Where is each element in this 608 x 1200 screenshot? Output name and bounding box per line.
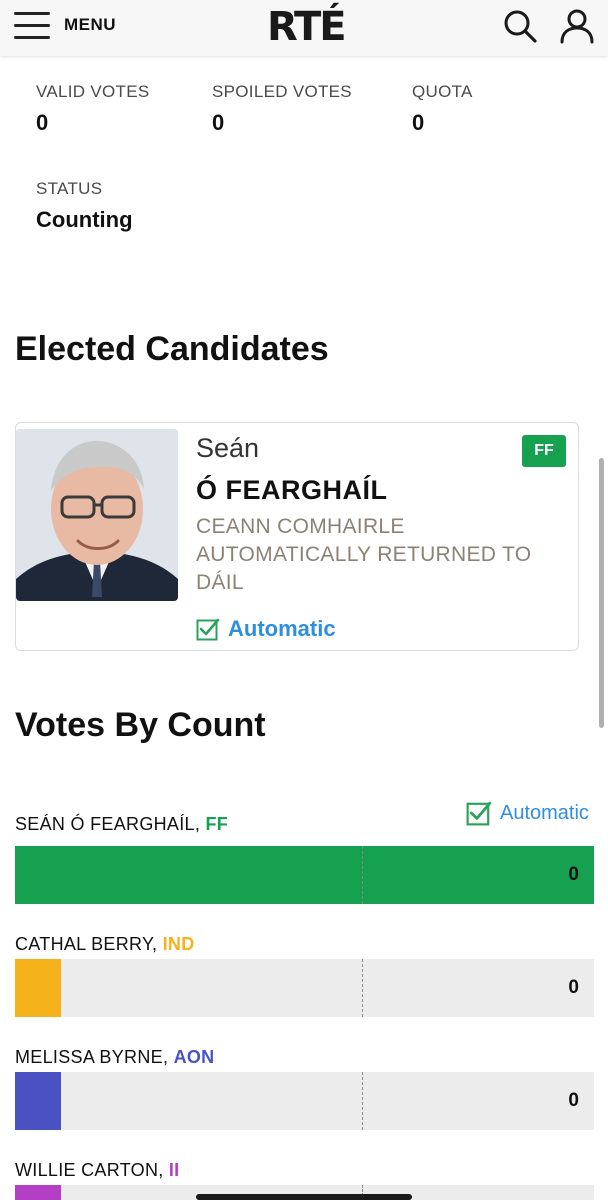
spoiled-votes-value: 0 <box>212 110 225 135</box>
top-nav-bar: MENU RTÉ <box>0 0 608 56</box>
quota-label: QUOTA <box>412 82 473 101</box>
candidate-surname: Ó FEARGHAÍL <box>196 475 388 505</box>
user-account-icon[interactable] <box>559 8 595 44</box>
candidate-row-label: CATHAL BERRY, IND <box>15 934 195 955</box>
candidate-row-label: MELISSA BYRNE, AON <box>15 1047 214 1068</box>
party-badge: FF <box>522 435 566 467</box>
vote-bar: 0 <box>15 959 594 1017</box>
elected-candidates-heading: Elected Candidates <box>15 330 329 368</box>
candidate-first-name: Seán <box>196 433 260 463</box>
votes-by-count-heading: Votes By Count <box>15 706 266 744</box>
vote-bar-fill <box>15 846 594 904</box>
menu-label: MENU <box>64 15 117 34</box>
spoiled-votes-label: SPOILED VOTES <box>212 82 352 101</box>
valid-votes-value: 0 <box>36 110 49 135</box>
quota-value: 0 <box>412 110 425 135</box>
vote-bar-fill <box>15 1072 62 1130</box>
scrollbar[interactable] <box>599 458 604 728</box>
candidate-party: FF <box>205 814 229 834</box>
candidate-party: IND <box>162 934 195 954</box>
elected-status-label: Automatic <box>228 616 336 641</box>
checkbox-check-icon <box>466 801 492 826</box>
candidate-party: II <box>168 1160 180 1180</box>
search-icon[interactable] <box>502 8 538 44</box>
candidate-row-label: SEÁN Ó FEARGHAÍL, FF <box>15 814 228 835</box>
hamburger-icon <box>14 10 50 40</box>
vote-count: 0 <box>568 1090 579 1111</box>
candidate-note: CEANN COMHAIRLE AUTOMATICALLY RETURNED T… <box>196 515 532 594</box>
status-value: Counting <box>36 207 133 232</box>
quota-marker <box>362 1072 363 1130</box>
automatic-indicator: Automatic <box>466 800 589 826</box>
vote-bar: 0 <box>15 1072 594 1130</box>
candidate-row-label: WILLIE CARTON, II <box>15 1160 179 1181</box>
status-label: STATUS <box>36 179 103 198</box>
candidate-name: MELISSA BYRNE, <box>15 1047 174 1067</box>
candidate-name: WILLIE CARTON, <box>15 1160 169 1180</box>
vote-count: 0 <box>568 977 579 998</box>
checkbox-check-icon <box>196 618 220 641</box>
quota-marker <box>362 959 363 1017</box>
rte-logo[interactable]: RTÉ <box>267 4 347 50</box>
vote-bar-fill <box>15 1185 62 1200</box>
vote-bar-fill <box>15 959 62 1017</box>
valid-votes-label: VALID VOTES <box>36 82 150 101</box>
candidate-name: SEÁN Ó FEARGHAÍL, <box>15 814 206 834</box>
vote-bar: 0 <box>15 846 594 904</box>
vote-count: 0 <box>568 864 579 885</box>
candidate-name: CATHAL BERRY, <box>15 934 163 954</box>
candidate-party: AON <box>173 1047 215 1067</box>
automatic-label: Automatic <box>500 801 589 824</box>
menu-button[interactable]: MENU <box>14 10 116 40</box>
elected-candidate-card[interactable]: Seán Ó FEARGHAÍL CEANN COMHAIRLE AUTOMAT… <box>15 422 579 651</box>
quota-marker <box>362 846 363 904</box>
home-indicator[interactable] <box>196 1194 412 1200</box>
candidate-photo <box>16 429 178 601</box>
elected-status: Automatic <box>196 616 336 642</box>
